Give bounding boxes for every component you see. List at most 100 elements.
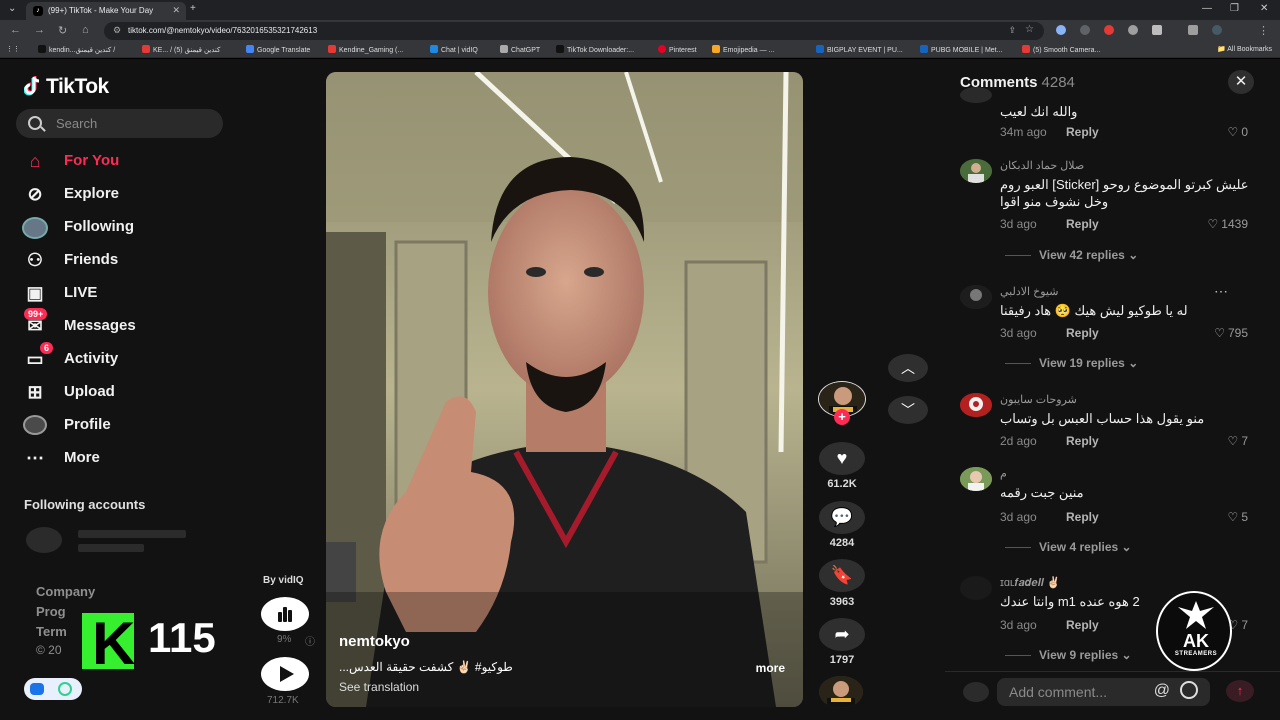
commenter-avatar[interactable] <box>960 576 992 600</box>
close-tab-icon[interactable]: ✕ <box>172 5 180 16</box>
bookmark-item[interactable]: Emojipedia — ... <box>712 45 774 54</box>
vidiq-stats-button[interactable] <box>261 597 309 631</box>
tiktok-logo[interactable]: TikTok <box>24 75 109 99</box>
video-username[interactable]: nemtokyo <box>339 633 410 650</box>
reply-button[interactable]: Reply <box>1066 326 1099 340</box>
comment-more-icon[interactable]: ⋯ <box>1214 283 1228 300</box>
commenter-name[interactable]: م <box>1000 467 1007 480</box>
commenter-avatar[interactable] <box>960 87 992 103</box>
bookmark-item[interactable]: ChatGPT <box>500 45 540 54</box>
share-icon[interactable]: ⇪ <box>1008 25 1016 36</box>
bookmark-item[interactable]: (5) Smooth Camera... <box>1022 45 1100 54</box>
extension-icon[interactable] <box>1056 25 1066 35</box>
bookmark-item[interactable]: kendin...كندين قيمنق / <box>38 45 115 54</box>
commenter-name[interactable]: شيوخ الادلبي <box>1000 285 1058 298</box>
nav-messages[interactable]: ✉ 99+ Messages <box>22 308 222 340</box>
add-comment-input[interactable]: Add comment... @ <box>997 678 1210 706</box>
extension-icon[interactable] <box>1080 25 1090 35</box>
browser-menu-icon[interactable]: ⋮ <box>1258 24 1269 37</box>
search-input[interactable]: Search <box>16 109 223 138</box>
comment-like-button[interactable]: ♡ 1439 <box>1208 217 1248 231</box>
extension-toggle[interactable] <box>24 678 82 700</box>
nav-more[interactable]: ⋯ More <box>22 444 222 472</box>
follow-plus-icon[interactable]: + <box>834 409 850 425</box>
nav-following[interactable]: Following <box>22 213 222 241</box>
bookmark-item[interactable]: BIGPLAY EVENT | PU... <box>816 45 903 54</box>
minimize-icon[interactable]: — <box>1202 3 1212 14</box>
previous-video-button[interactable]: ︿ <box>888 354 928 382</box>
bookmark-item[interactable]: TikTok Downloader:... <box>556 45 634 54</box>
comment-like-button[interactable]: ♡ 0 <box>1228 125 1248 139</box>
nav-live[interactable]: ▣ LIVE <box>22 279 222 307</box>
download-icon[interactable] <box>1188 25 1198 35</box>
mention-icon[interactable]: @ <box>1154 682 1170 700</box>
footer-program-link[interactable]: Prog <box>36 604 66 619</box>
commenter-avatar[interactable] <box>960 159 992 183</box>
nav-activity[interactable]: ▭ 6 Activity <box>22 342 222 373</box>
arrow-up-icon: ↑ <box>1236 683 1244 698</box>
bookmark-item[interactable]: Kendine_Gaming (... <box>328 45 403 54</box>
extension-icon[interactable] <box>1104 25 1114 35</box>
commenter-avatar[interactable] <box>960 393 992 417</box>
reload-icon[interactable]: ↻ <box>58 24 67 37</box>
home-browser-icon[interactable]: ⌂ <box>82 24 89 36</box>
bookmark-star-icon[interactable]: ☆ <box>1025 24 1034 35</box>
reply-button[interactable]: Reply <box>1066 125 1099 139</box>
next-video-button[interactable]: ﹀ <box>888 396 928 424</box>
view-replies-button[interactable]: View 42 replies ⌄ <box>1005 248 1138 262</box>
play-button[interactable] <box>261 657 309 691</box>
reply-button[interactable]: Reply <box>1066 217 1099 231</box>
all-bookmarks[interactable]: 📁 All Bookmarks <box>1217 45 1272 53</box>
nav-for-you[interactable]: ⌂ For You <box>22 147 222 175</box>
nav-friends[interactable]: ⚇ Friends <box>22 246 222 274</box>
commenter-avatar[interactable] <box>960 467 992 491</box>
maximize-icon[interactable]: ❐ <box>1230 3 1239 14</box>
view-replies-button[interactable]: View 9 replies ⌄ <box>1005 648 1132 662</box>
comment-like-button[interactable]: ♡ 5 <box>1228 510 1248 524</box>
comment-like-button[interactable]: ♡ 7 <box>1228 434 1248 448</box>
forward-icon[interactable]: → <box>34 24 45 36</box>
nav-explore[interactable]: ⊘ Explore <box>22 180 222 208</box>
close-window-icon[interactable]: ✕ <box>1260 3 1268 14</box>
share-button[interactable]: ➦ <box>819 618 865 651</box>
footer-terms-link[interactable]: Term <box>36 624 67 639</box>
emoji-icon[interactable] <box>1180 681 1198 699</box>
bookmark-item[interactable]: Google Translate <box>246 45 310 54</box>
extensions-puzzle-icon[interactable] <box>1152 25 1162 35</box>
bookmark-item[interactable]: Chat | vidIQ <box>430 45 478 54</box>
like-button[interactable]: ♥ <box>819 442 865 475</box>
commenter-name[interactable]: شروحات سايبون <box>1000 393 1077 406</box>
comment-button[interactable]: 💬 <box>819 501 865 534</box>
bookmark-item[interactable]: KE... / كندين قيمنق (5) <box>142 45 220 54</box>
reply-button[interactable]: Reply <box>1066 510 1099 524</box>
tab-search-icon[interactable]: ⌄ <box>8 3 16 14</box>
caption-more-button[interactable]: more <box>756 661 785 675</box>
view-replies-button[interactable]: View 19 replies ⌄ <box>1005 356 1138 370</box>
bookmark-item[interactable]: PUBG MOBILE | Met... <box>920 45 1002 54</box>
extension-icon[interactable] <box>1128 25 1138 35</box>
post-comment-button[interactable]: ↑ <box>1226 680 1254 702</box>
commenter-name[interactable]: صلال حماد الدبكان <box>1000 159 1084 172</box>
view-replies-button[interactable]: View 4 replies ⌄ <box>1005 540 1132 554</box>
reply-button[interactable]: Reply <box>1066 618 1099 632</box>
comment-like-button[interactable]: ♡ 795 <box>1214 326 1248 340</box>
apps-icon[interactable]: ⋮⋮ <box>6 45 20 53</box>
profile-avatar-browser-icon[interactable] <box>1212 25 1222 35</box>
music-disc-avatar[interactable] <box>819 676 863 708</box>
new-tab-icon[interactable]: + <box>190 3 196 14</box>
nav-profile[interactable]: Profile <box>22 411 222 439</box>
see-translation-link[interactable]: See translation <box>339 680 419 694</box>
info-icon[interactable]: ⓘ <box>305 633 315 648</box>
back-icon[interactable]: ← <box>10 24 21 36</box>
bookmark-item[interactable]: Pinterest <box>658 45 697 54</box>
video-player[interactable]: nemtokyo ...طوكيو# ✌🏻 كشفت حقيقة العدس m… <box>326 72 803 707</box>
save-button[interactable]: 🔖 <box>819 559 865 592</box>
reply-button[interactable]: Reply <box>1066 434 1099 448</box>
site-info-icon[interactable]: ⚙ <box>113 25 121 36</box>
url-bar[interactable]: ⚙ tiktok.com/@nemtokyo/video/76320165353… <box>104 22 1044 40</box>
commenter-name[interactable]: ɪɑʟ𝒇𝒂𝒅𝒆𝒍𝒍 ✌🏻 <box>1000 576 1060 590</box>
commenter-avatar[interactable] <box>960 285 992 309</box>
nav-upload[interactable]: ⊞ Upload <box>22 378 222 406</box>
footer-company-link[interactable]: Company <box>36 584 95 599</box>
browser-tab[interactable]: ♪ (99+) TikTok - Make Your Day ✕ <box>26 2 186 20</box>
